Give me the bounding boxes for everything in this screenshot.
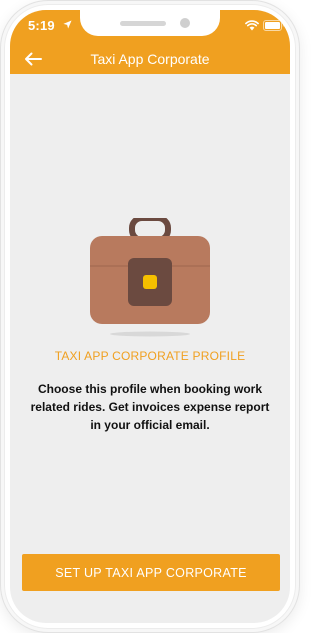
phone-frame: 5:19 Taxi App Corporate TAXI APP CORPORA… [0, 0, 300, 633]
location-arrow-icon [63, 20, 72, 29]
back-button[interactable] [20, 48, 46, 70]
setup-corporate-button[interactable]: SET UP TAXI APP CORPORATE [22, 554, 280, 591]
device-notch [80, 10, 220, 36]
profile-heading: TAXI APP CORPORATE PROFILE [54, 349, 246, 363]
battery-icon [263, 20, 284, 31]
app-bar: 5:19 Taxi App Corporate [10, 10, 290, 74]
speaker-grille [120, 21, 166, 26]
status-bar: 5:19 [10, 10, 290, 38]
briefcase-icon [90, 218, 210, 337]
profile-description: Choose this profile when booking work re… [30, 382, 270, 432]
front-camera [180, 18, 190, 28]
main-content: TAXI APP CORPORATE PROFILE Choose this p… [10, 74, 290, 623]
app-screen: 5:19 Taxi App Corporate TAXI APP CORPORA… [10, 10, 290, 623]
arrow-left-icon [25, 52, 42, 66]
page-title: Taxi App Corporate [90, 51, 210, 67]
status-time: 5:19 [28, 18, 55, 33]
wifi-icon [245, 20, 259, 31]
